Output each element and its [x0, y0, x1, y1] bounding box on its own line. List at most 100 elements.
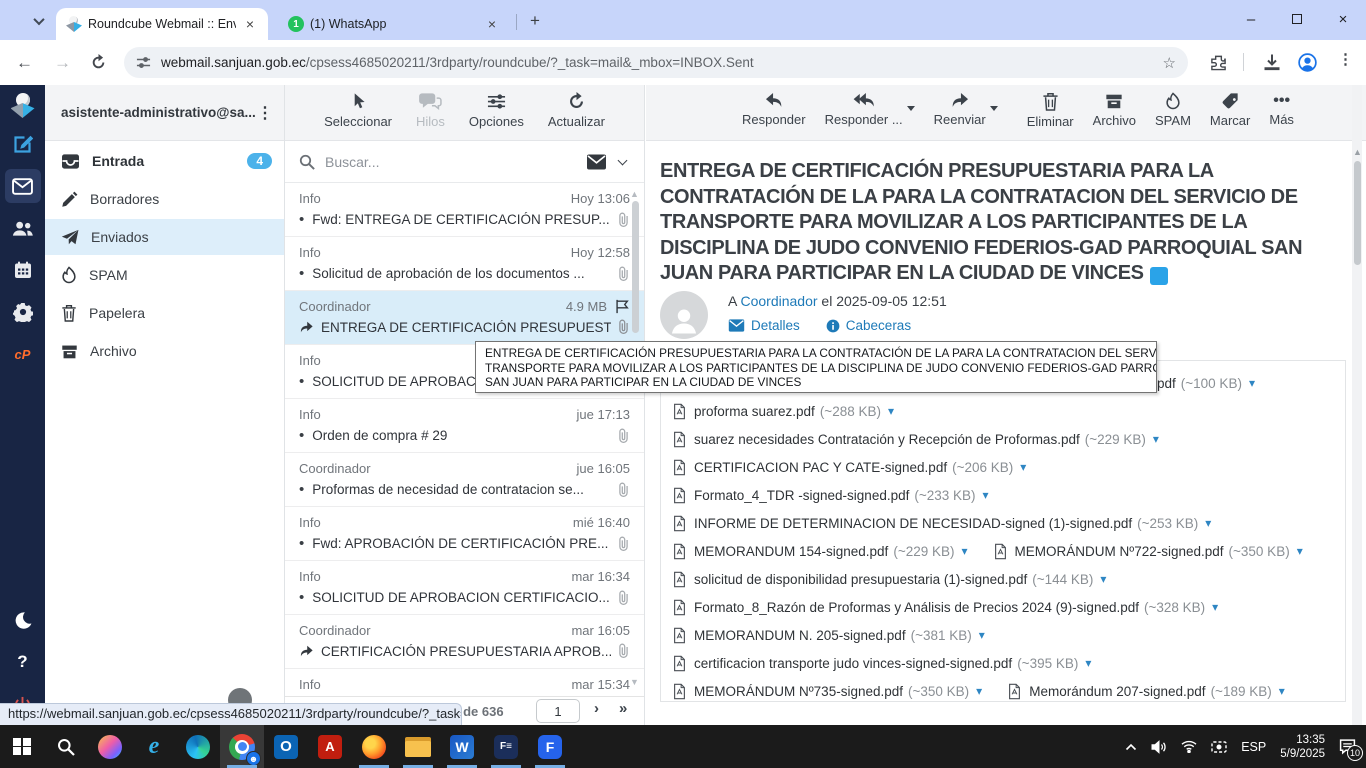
- close-tab-icon[interactable]: ×: [484, 16, 500, 32]
- message-row[interactable]: Infojue 17:13 •Orden de compra # 29: [285, 399, 644, 453]
- attachment-menu-caret-icon[interactable]: ▾: [976, 684, 982, 698]
- message-row[interactable]: Infomié 16:40 •Fwd: APROBACIÓN DE CERTIF…: [285, 507, 644, 561]
- acrobat-icon[interactable]: A: [308, 725, 352, 768]
- external-link-icon[interactable]: [1150, 267, 1168, 285]
- attachment-menu-caret-icon[interactable]: ▾: [1249, 376, 1255, 390]
- calendar-nav-button[interactable]: [5, 253, 41, 287]
- options-button[interactable]: Opciones: [469, 92, 524, 140]
- maximize-button[interactable]: [1274, 0, 1320, 38]
- message-row[interactable]: Coordinadorjue 16:05 •Proformas de neces…: [285, 453, 644, 507]
- message-row[interactable]: Infomar 16:34 •SOLICITUD DE APROBACION C…: [285, 561, 644, 615]
- search-input[interactable]: [325, 154, 586, 170]
- mail-nav-button[interactable]: [5, 169, 41, 203]
- attachment-menu-caret-icon[interactable]: ▾: [1100, 572, 1106, 586]
- attachment-item[interactable]: Formato_4_TDR -signed-signed.pdf(~233 KB…: [673, 487, 989, 504]
- bookmark-star-icon[interactable]: ☆: [1163, 54, 1176, 72]
- download-icon[interactable]: [1263, 53, 1281, 71]
- flag-icon[interactable]: [615, 299, 630, 314]
- contacts-nav-button[interactable]: [5, 211, 41, 245]
- tab-whatsapp[interactable]: 1 (1) WhatsApp ×: [278, 8, 510, 40]
- attachment-menu-caret-icon[interactable]: ▾: [1297, 544, 1303, 558]
- reply-button[interactable]: Responder: [742, 92, 806, 140]
- account-menu-kebab-icon[interactable]: ⋮: [257, 103, 274, 123]
- copilot-icon[interactable]: [88, 725, 132, 768]
- attachment-item[interactable]: solicitud de disponibilidad presupuestar…: [673, 571, 1106, 588]
- extensions-icon[interactable]: [1210, 54, 1227, 71]
- close-window-button[interactable]: ×: [1320, 0, 1366, 38]
- chrome-icon[interactable]: ☻: [220, 725, 264, 768]
- list-scroll-up-icon[interactable]: ▲: [630, 189, 639, 199]
- sidebar-item-enviados[interactable]: Enviados: [45, 219, 284, 255]
- sidebar-item-archivo[interactable]: Archivo: [45, 333, 284, 369]
- attachment-item[interactable]: INFORME DE DETERMINACION DE NECESIDAD-si…: [673, 515, 1211, 532]
- last-page-icon[interactable]: »: [619, 700, 627, 717]
- sidebar-item-entrada[interactable]: Entrada 4: [45, 143, 284, 179]
- cpanel-icon[interactable]: cP: [5, 337, 41, 371]
- file-explorer-icon[interactable]: [396, 725, 440, 768]
- close-tab-icon[interactable]: ×: [242, 16, 258, 32]
- url-bar[interactable]: webmail.sanjuan.gob.ec/cpsess4685020211/…: [124, 47, 1188, 78]
- mail-scroll-up-icon[interactable]: ▲: [1353, 147, 1362, 157]
- attachment-menu-caret-icon[interactable]: ▾: [1205, 516, 1211, 530]
- tab-search-button[interactable]: [26, 10, 52, 32]
- attachment-menu-caret-icon[interactable]: ▾: [1020, 460, 1026, 474]
- mail-scrollbar-thumb[interactable]: [1354, 161, 1361, 265]
- language-indicator[interactable]: ESP: [1241, 740, 1266, 754]
- search-options-chevron-icon[interactable]: [618, 155, 628, 165]
- attachment-menu-caret-icon[interactable]: ▾: [962, 544, 968, 558]
- attachment-menu-caret-icon[interactable]: ▾: [1279, 684, 1285, 698]
- attachment-menu-caret-icon[interactable]: ▾: [1085, 656, 1091, 670]
- message-row[interactable]: Coordinadormar 16:05 CERTIFICACIÓN PRESU…: [285, 615, 644, 669]
- forward-button[interactable]: Reenviar: [934, 92, 986, 127]
- attachment-menu-caret-icon[interactable]: ▾: [979, 628, 985, 642]
- dark-mode-icon[interactable]: [5, 603, 41, 637]
- headers-link[interactable]: Cabeceras: [826, 318, 911, 333]
- attachment-item[interactable]: MEMORANDUM 154-signed.pdf(~229 KB)▾: [673, 543, 968, 560]
- details-link[interactable]: Detalles: [728, 318, 800, 333]
- attachment-item[interactable]: Formato_8_Razón de Proformas y Análisis …: [673, 599, 1218, 616]
- attachment-item[interactable]: MEMORÁNDUM Nº735-signed.pdf(~350 KB)▾: [673, 683, 982, 700]
- select-button[interactable]: Seleccionar: [324, 92, 392, 140]
- attachment-menu-caret-icon[interactable]: ▾: [1212, 600, 1218, 614]
- message-row[interactable]: InfoHoy 13:06 •Fwd: ENTREGA DE CERTIFICA…: [285, 183, 644, 237]
- reply-all-caret-icon[interactable]: [907, 106, 915, 111]
- attachment-item[interactable]: CERTIFICACION PAC Y CATE-signed.pdf(~206…: [673, 459, 1026, 476]
- profile-icon[interactable]: [1298, 53, 1317, 72]
- clock[interactable]: 13:355/9/2025: [1280, 733, 1325, 761]
- page-number-input[interactable]: [536, 699, 580, 723]
- fielweb-app-icon[interactable]: F≡: [484, 725, 528, 768]
- site-settings-icon[interactable]: [136, 55, 151, 70]
- internet-explorer-icon[interactable]: e: [132, 725, 176, 768]
- volume-icon[interactable]: [1151, 740, 1167, 754]
- refresh-button[interactable]: Actualizar: [548, 92, 605, 140]
- forward-button[interactable]: →: [54, 53, 71, 73]
- outlook-icon[interactable]: O: [264, 725, 308, 768]
- attachment-menu-caret-icon[interactable]: ▾: [1153, 432, 1159, 446]
- back-button[interactable]: ←: [16, 53, 33, 73]
- attachment-menu-caret-icon[interactable]: ▾: [888, 404, 894, 418]
- threads-button[interactable]: Hilos: [416, 92, 445, 140]
- list-scroll-down-icon[interactable]: ▼: [630, 677, 639, 687]
- attachment-item[interactable]: Memorándum 207-signed.pdf(~189 KB)▾: [1008, 683, 1285, 700]
- settings-nav-button[interactable]: [5, 295, 41, 329]
- more-button[interactable]: ••• Más: [1269, 92, 1294, 140]
- compose-button[interactable]: [5, 127, 41, 161]
- reload-button[interactable]: [90, 54, 107, 71]
- forward-caret-icon[interactable]: [990, 106, 998, 111]
- edge-icon[interactable]: [176, 725, 220, 768]
- cast-icon[interactable]: [1211, 740, 1227, 754]
- mark-button[interactable]: Marcar: [1210, 92, 1250, 140]
- menu-kebab-icon[interactable]: ⋮: [1338, 50, 1353, 68]
- attachment-item[interactable]: MEMORANDUM N. 205-signed.pdf(~381 KB)▾: [673, 627, 985, 644]
- word-icon[interactable]: W: [440, 725, 484, 768]
- start-button[interactable]: [0, 725, 44, 768]
- delete-button[interactable]: Eliminar: [1027, 92, 1074, 140]
- spam-button[interactable]: SPAM: [1155, 92, 1191, 140]
- attachment-item[interactable]: proforma suarez.pdf(~288 KB)▾: [673, 403, 894, 420]
- taskbar-search-icon[interactable]: [44, 725, 88, 768]
- sidebar-item-spam[interactable]: SPAM: [45, 257, 284, 293]
- archive-button[interactable]: Archivo: [1093, 92, 1136, 140]
- search-scope-envelope-icon[interactable]: [586, 154, 607, 170]
- minimize-button[interactable]: –: [1228, 0, 1274, 38]
- recipient-link[interactable]: Coordinador: [740, 293, 817, 309]
